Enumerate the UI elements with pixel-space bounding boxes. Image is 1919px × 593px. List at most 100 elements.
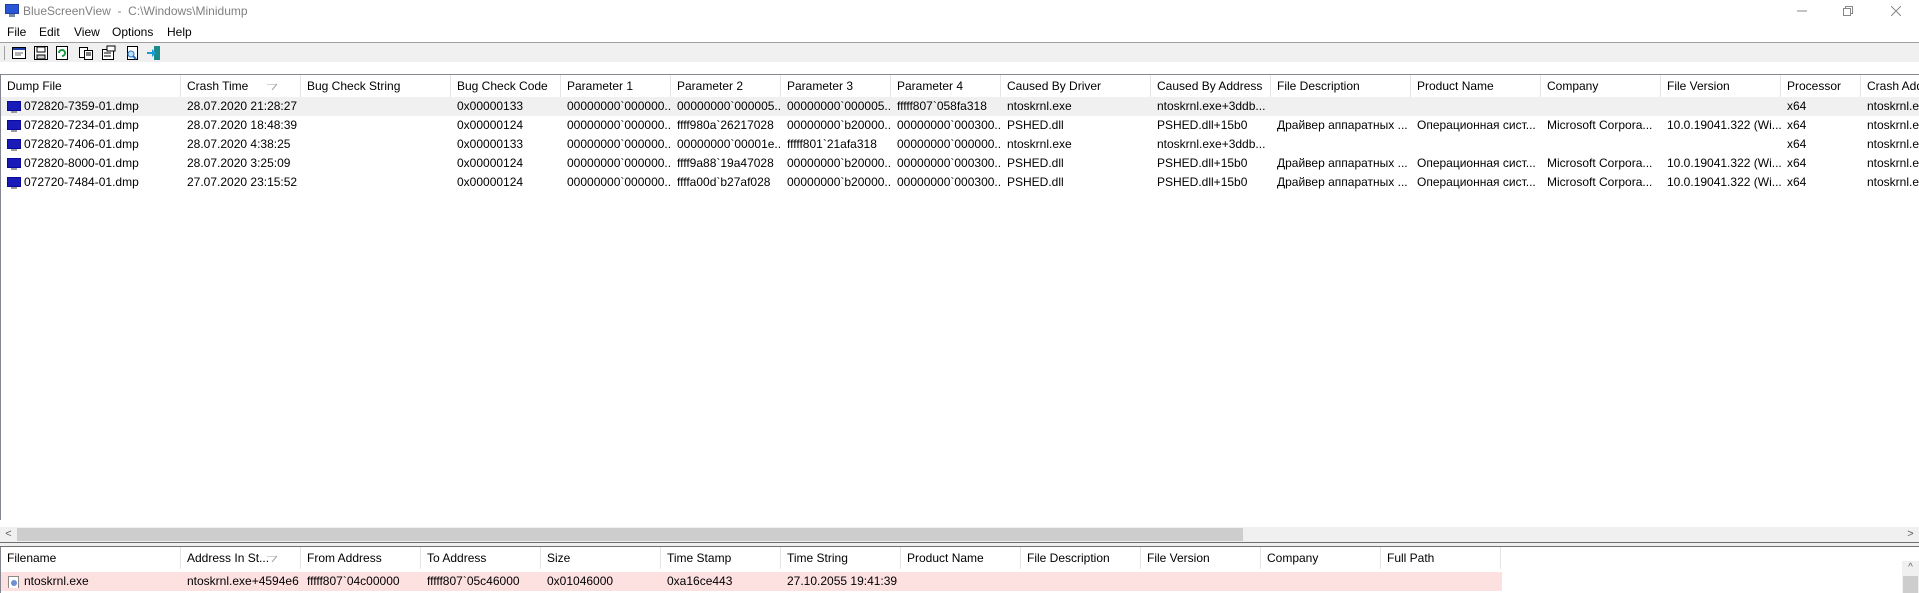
cell-parameter-4: 00000000`000300... [891, 156, 1001, 170]
column-header-parameter-4[interactable]: Parameter 4 [891, 75, 1001, 97]
cell-parameter-3: 00000000`b20000... [781, 175, 891, 189]
cell-text: fffff807`058fa318 [897, 99, 987, 113]
column-header-label: Address In St... [187, 551, 270, 565]
copy-button[interactable] [78, 45, 94, 61]
column-header-label: From Address [307, 551, 382, 565]
cell-text: Microsoft Corpora... [1547, 118, 1653, 132]
column-header-time-string[interactable]: Time String [781, 547, 901, 569]
column-header-company[interactable]: Company [1541, 75, 1661, 97]
cell-text: ffffa00d`b27af028 [677, 175, 771, 189]
column-header-time-stamp[interactable]: Time Stamp [661, 547, 781, 569]
properties-button[interactable] [101, 45, 117, 61]
cell-text: 072720-7484-01.dmp [24, 175, 139, 189]
find-button[interactable] [124, 45, 140, 61]
cell-text: 0x00000133 [457, 137, 524, 151]
cell-text: 27.10.2055 19:41:39 [787, 574, 898, 588]
column-header-full-path[interactable]: Full Path [1381, 547, 1501, 569]
cell-parameter-1: 00000000`000000... [561, 156, 671, 170]
vertical-scroll-thumb[interactable] [1903, 576, 1918, 593]
scroll-up-arrow[interactable]: ^ [1902, 561, 1919, 575]
column-header-company[interactable]: Company [1261, 547, 1381, 569]
restore-button[interactable] [1825, 0, 1871, 22]
column-header-crash-time[interactable]: Crash Time [181, 75, 301, 97]
cell-file-version: 10.0.19041.322 (Wi... [1661, 118, 1781, 132]
cell-bug-check-code: 0x00000133 [451, 99, 561, 113]
vertical-scrollbar[interactable]: ^ [1902, 561, 1919, 593]
close-button[interactable] [1873, 0, 1919, 22]
column-header-label: File Version [1147, 551, 1210, 565]
column-header-file-description[interactable]: File Description [1271, 75, 1411, 97]
cell-text: ntoskrnl.e [1867, 156, 1919, 170]
cell-parameter-2: ffffa00d`b27af028 [671, 175, 781, 189]
advanced-options-button[interactable] [11, 45, 27, 61]
menu-options[interactable]: Options [112, 25, 153, 39]
crash-dump-row[interactable]: 072820-7234-01.dmp 28.07.2020 18:48:39 0x0… [1, 116, 1919, 135]
cell-parameter-3: fffff801`21afa318 [781, 137, 891, 151]
cell-text: x64 [1787, 118, 1807, 132]
column-header-label: Parameter 3 [787, 79, 854, 93]
window-title: BlueScreenView - C:\Windows\Minidump [23, 4, 248, 18]
toolbar [0, 42, 1919, 62]
cell-bug-check-code: 0x00000133 [451, 137, 561, 151]
crash-dump-list[interactable]: Dump File Crash Time Bug Check String Bug C… [0, 74, 1919, 520]
driver-row[interactable]: ntoskrnl.exe ntoskrnl.exe+4594e6 fffff807`… [1, 572, 1502, 591]
column-header-parameter-3[interactable]: Parameter 3 [781, 75, 891, 97]
column-header-caused-by-driver[interactable]: Caused By Driver [1001, 75, 1151, 97]
menu-help[interactable]: Help [167, 25, 192, 39]
column-header-crash-add[interactable]: Crash Add [1861, 75, 1919, 97]
column-header-bug-check-string[interactable]: Bug Check String [301, 75, 451, 97]
cell-bug-check-code: 0x00000124 [451, 118, 561, 132]
cell-text: PSHED.dll+15b0 [1157, 156, 1248, 170]
column-header-bug-check-code[interactable]: Bug Check Code [451, 75, 561, 97]
refresh-icon [56, 46, 68, 60]
cell-text: ntoskrnl.e [1867, 99, 1919, 113]
crash-dump-row[interactable]: 072720-7484-01.dmp 27.07.2020 23:15:52 0x0… [1, 173, 1919, 192]
crash-dump-row[interactable]: 072820-7406-01.dmp 28.07.2020 4:38:25 0x00… [1, 135, 1919, 154]
cell-text: 00000000`000000... [567, 137, 671, 151]
cell-time-stamp: 0xa16ce443 [661, 574, 781, 588]
cell-text: x64 [1787, 99, 1807, 113]
cell-text: 00000000`000000... [897, 137, 1001, 151]
cell-text: Microsoft Corpora... [1547, 156, 1653, 170]
column-header-dump-file[interactable]: Dump File [1, 75, 181, 97]
column-header-address-in-st[interactable]: Address In St... [181, 547, 301, 569]
horizontal-scroll-thumb[interactable] [17, 528, 1243, 541]
column-header-processor[interactable]: Processor [1781, 75, 1861, 97]
save-button[interactable] [33, 45, 49, 61]
cell-parameter-1: 00000000`000000... [561, 137, 671, 151]
column-header-label: Parameter 2 [677, 79, 744, 93]
crash-dump-row[interactable]: 072820-7359-01.dmp 28.07.2020 21:28:27 0x0… [1, 97, 1919, 116]
column-header-size[interactable]: Size [541, 547, 661, 569]
menu-view[interactable]: View [74, 25, 100, 39]
menu-file[interactable]: File [7, 25, 26, 39]
exit-button[interactable] [146, 45, 162, 61]
window-icon [12, 47, 26, 59]
scroll-left-arrow[interactable]: < [0, 527, 17, 542]
minimize-icon [1797, 10, 1807, 12]
menu-edit[interactable]: Edit [39, 25, 60, 39]
column-header-file-description[interactable]: File Description [1021, 547, 1141, 569]
cell-text: 28.07.2020 3:25:09 [187, 156, 291, 170]
cell-text: 27.07.2020 23:15:52 [187, 175, 298, 189]
refresh-button[interactable] [54, 45, 70, 61]
cell-parameter-4: 00000000`000000... [891, 137, 1001, 151]
horizontal-scrollbar[interactable]: < > [0, 527, 1919, 542]
scroll-right-arrow[interactable]: > [1902, 527, 1919, 542]
column-header-from-address[interactable]: From Address [301, 547, 421, 569]
column-header-to-address[interactable]: To Address [421, 547, 541, 569]
cell-text: 00000000`000000... [567, 156, 671, 170]
cell-text: 00000000`000300... [897, 156, 1001, 170]
column-header-parameter-1[interactable]: Parameter 1 [561, 75, 671, 97]
driver-list[interactable]: Filename Address In St... From Address To A… [0, 547, 1919, 593]
column-header-caused-by-address[interactable]: Caused By Address [1151, 75, 1271, 97]
crash-dump-row[interactable]: 072820-8000-01.dmp 28.07.2020 3:25:09 0x00… [1, 154, 1919, 173]
column-header-file-version[interactable]: File Version [1661, 75, 1781, 97]
cell-crash-time: 28.07.2020 3:25:09 [181, 156, 301, 170]
column-header-product-name[interactable]: Product Name [901, 547, 1021, 569]
minimize-button[interactable] [1779, 0, 1825, 22]
column-header-product-name[interactable]: Product Name [1411, 75, 1541, 97]
column-header-parameter-2[interactable]: Parameter 2 [671, 75, 781, 97]
column-header-filename[interactable]: Filename [1, 547, 181, 569]
column-header-file-version[interactable]: File Version [1141, 547, 1261, 569]
cell-dump-file: 072820-7234-01.dmp [1, 118, 181, 132]
